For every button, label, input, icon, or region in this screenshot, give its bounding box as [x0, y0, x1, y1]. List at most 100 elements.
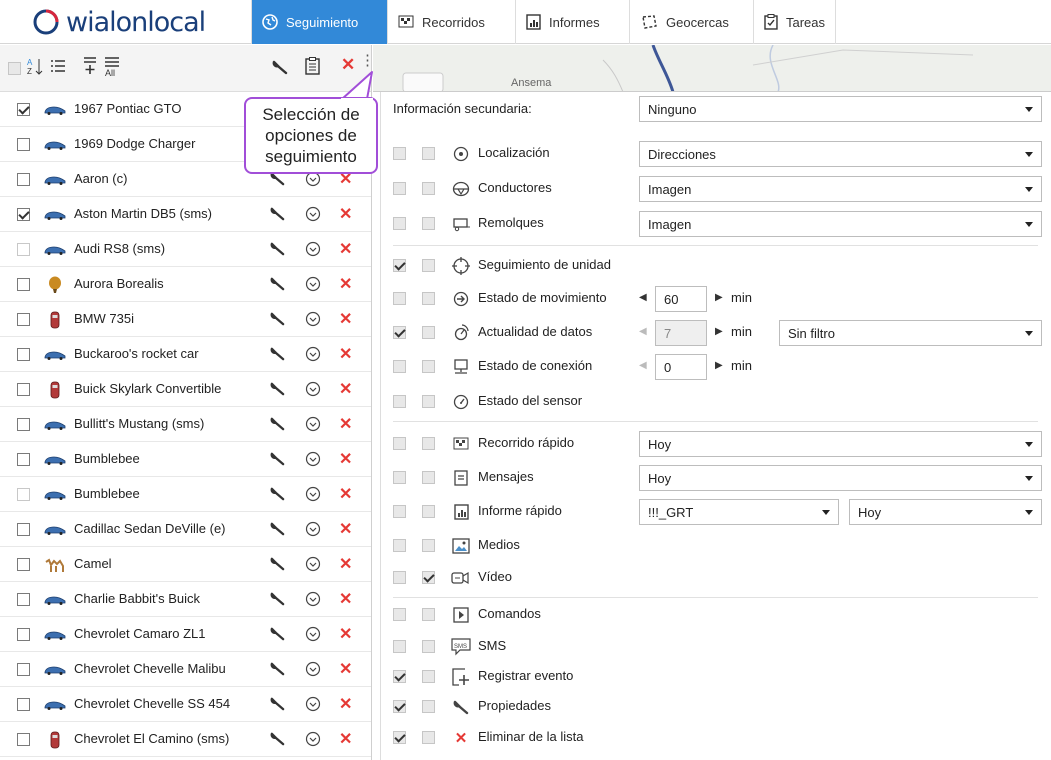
unit-row[interactable]: Bumblebee ✕	[0, 442, 371, 477]
unit-row[interactable]: Buick Skylark Convertible ✕	[0, 372, 371, 407]
unit-checkbox[interactable]	[17, 523, 30, 536]
wrench-icon[interactable]	[270, 556, 285, 574]
delete-unit-icon[interactable]: ✕	[339, 239, 352, 259]
unit-row[interactable]: Buckaroo's rocket car ✕	[0, 337, 371, 372]
delete-unit-icon[interactable]: ✕	[339, 589, 352, 609]
menu-checkbox[interactable]	[422, 182, 435, 195]
delete-unit-icon[interactable]: ✕	[339, 309, 352, 329]
unit-row[interactable]: Audi RS8 (sms) ✕	[0, 232, 371, 267]
delete-unit-icon[interactable]: ✕	[339, 379, 352, 399]
tracking-target-icon[interactable]	[305, 521, 321, 540]
unit-checkbox[interactable]	[17, 383, 30, 396]
unit-checkbox[interactable]	[17, 208, 30, 221]
visible-checkbox[interactable]	[393, 700, 406, 713]
visible-checkbox[interactable]	[393, 505, 406, 518]
tracking-target-icon[interactable]	[305, 206, 321, 225]
tracking-target-icon[interactable]	[305, 241, 321, 260]
delete-unit-icon[interactable]: ✕	[339, 204, 352, 224]
delete-unit-icon[interactable]: ✕	[339, 484, 352, 504]
unit-row[interactable]: Chevrolet El Camino (sms) ✕	[0, 722, 371, 757]
delete-unit-icon[interactable]: ✕	[339, 414, 352, 434]
wrench-icon[interactable]	[270, 521, 285, 539]
unit-row[interactable]: Bullitt's Mustang (sms) ✕	[0, 407, 371, 442]
tracking-target-icon[interactable]	[305, 626, 321, 645]
unit-checkbox[interactable]	[17, 313, 30, 326]
menu-checkbox[interactable]	[422, 259, 435, 272]
visible-checkbox[interactable]	[393, 217, 406, 230]
remolques-select[interactable]: Imagen	[639, 211, 1042, 237]
wrench-icon[interactable]	[270, 661, 285, 679]
increment-arrow-icon[interactable]: ▶	[715, 292, 723, 303]
unit-row[interactable]: Charlie Babbit's Buick ✕	[0, 582, 371, 617]
visible-checkbox[interactable]	[393, 608, 406, 621]
menu-checkbox[interactable]	[422, 670, 435, 683]
tracking-target-icon[interactable]	[305, 346, 321, 365]
wrench-icon[interactable]	[270, 731, 285, 749]
visible-checkbox[interactable]	[393, 326, 406, 339]
unit-checkbox[interactable]	[17, 698, 30, 711]
wrench-icon[interactable]	[270, 451, 285, 469]
menu-checkbox[interactable]	[422, 571, 435, 584]
menu-checkbox[interactable]	[422, 700, 435, 713]
unit-checkbox[interactable]	[17, 418, 30, 431]
informe-template-select[interactable]: !!!_GRT	[639, 499, 839, 525]
menu-checkbox[interactable]	[422, 292, 435, 305]
increment-arrow-icon[interactable]: ▶	[715, 326, 723, 337]
visible-checkbox[interactable]	[393, 292, 406, 305]
visible-checkbox[interactable]	[393, 670, 406, 683]
unit-row[interactable]: Aston Martin DB5 (sms) ✕	[0, 197, 371, 232]
delete-unit-icon[interactable]: ✕	[339, 694, 352, 714]
menu-checkbox[interactable]	[422, 731, 435, 744]
tab-tareas[interactable]: Tareas	[754, 0, 836, 44]
menu-checkbox[interactable]	[422, 539, 435, 552]
conexion-value[interactable]: 0	[655, 354, 707, 380]
tracking-target-icon[interactable]	[305, 556, 321, 575]
visible-checkbox[interactable]	[393, 259, 406, 272]
delete-unit-icon[interactable]: ✕	[339, 554, 352, 574]
unit-checkbox[interactable]	[17, 173, 30, 186]
tracking-target-icon[interactable]	[305, 451, 321, 470]
wrench-icon[interactable]	[270, 206, 285, 224]
delete-unit-icon[interactable]: ✕	[339, 274, 352, 294]
wrench-icon[interactable]	[270, 591, 285, 609]
unit-row[interactable]: Cadillac Sedan DeVille (e) ✕	[0, 512, 371, 547]
tracking-target-icon[interactable]	[305, 381, 321, 400]
visible-checkbox[interactable]	[393, 471, 406, 484]
unit-checkbox[interactable]	[17, 453, 30, 466]
delete-unit-icon[interactable]: ✕	[339, 519, 352, 539]
unit-row[interactable]: Chevrolet Chevelle Malibu ✕	[0, 652, 371, 687]
tracking-target-icon[interactable]	[305, 486, 321, 505]
delete-unit-icon[interactable]: ✕	[339, 729, 352, 749]
secondary-info-select[interactable]: Ninguno	[639, 96, 1042, 122]
tracking-target-icon[interactable]	[305, 276, 321, 295]
tab-informes[interactable]: Informes	[516, 0, 630, 44]
decrement-arrow-icon[interactable]: ◀	[639, 360, 647, 371]
visible-checkbox[interactable]	[393, 571, 406, 584]
delete-unit-icon[interactable]: ✕	[339, 624, 352, 644]
visible-checkbox[interactable]	[393, 147, 406, 160]
wrench-icon[interactable]	[270, 416, 285, 434]
menu-checkbox[interactable]	[422, 471, 435, 484]
menu-checkbox[interactable]	[422, 608, 435, 621]
wrench-icon[interactable]	[270, 241, 285, 259]
unit-row[interactable]: Chevrolet Chevelle SS 454 ✕	[0, 687, 371, 722]
unit-row[interactable]: BMW 735i ✕	[0, 302, 371, 337]
delete-unit-icon[interactable]: ✕	[339, 659, 352, 679]
visible-checkbox[interactable]	[393, 395, 406, 408]
unit-checkbox[interactable]	[17, 733, 30, 746]
unit-checkbox[interactable]	[17, 593, 30, 606]
unit-checkbox[interactable]	[17, 243, 30, 256]
visible-checkbox[interactable]	[393, 539, 406, 552]
menu-checkbox[interactable]	[422, 437, 435, 450]
wrench-icon[interactable]	[270, 311, 285, 329]
menu-checkbox[interactable]	[422, 505, 435, 518]
tracking-target-icon[interactable]	[305, 591, 321, 610]
menu-checkbox[interactable]	[422, 360, 435, 373]
menu-checkbox[interactable]	[422, 395, 435, 408]
unit-row[interactable]: Bumblebee ✕	[0, 477, 371, 512]
wrench-icon[interactable]	[270, 276, 285, 294]
localizacion-select[interactable]: Direcciones	[639, 141, 1042, 167]
visible-checkbox[interactable]	[393, 731, 406, 744]
menu-checkbox[interactable]	[422, 640, 435, 653]
menu-checkbox[interactable]	[422, 217, 435, 230]
